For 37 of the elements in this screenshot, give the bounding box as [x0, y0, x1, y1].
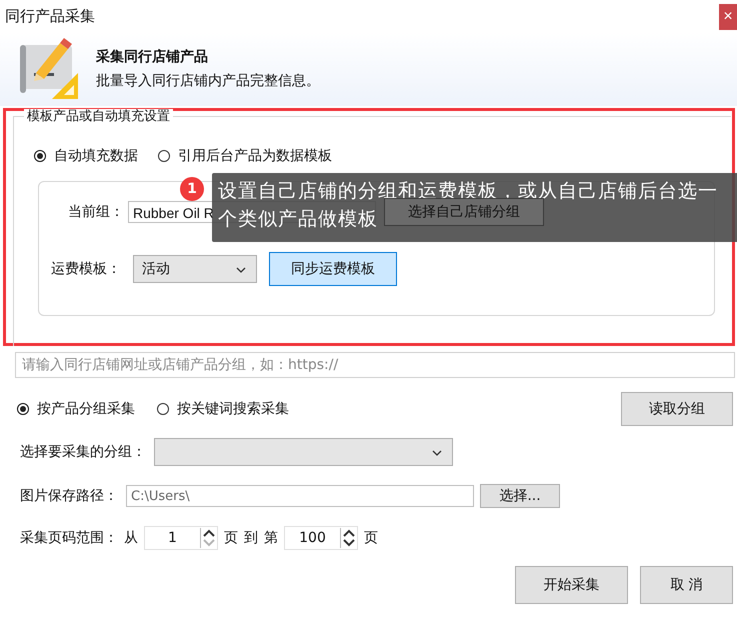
- choose-group-button[interactable]: 选择自己店铺分组: [384, 198, 544, 226]
- start-button[interactable]: 开始采集: [515, 566, 628, 604]
- chevron-down-icon: [236, 267, 246, 273]
- radio-circle[interactable]: [158, 150, 170, 162]
- window-title: 同行产品采集: [5, 6, 95, 26]
- radio-option[interactable]: 自动填充数据: [34, 147, 138, 165]
- range-label: 页: [224, 529, 238, 547]
- freight-dropdown[interactable]: 活动: [133, 255, 257, 283]
- save-path-label: 图片保存路径：: [20, 487, 118, 505]
- range-label: 第: [264, 529, 278, 547]
- header-title: 采集同行店铺产品: [96, 48, 209, 66]
- to-page-spinner[interactable]: 100: [284, 526, 358, 550]
- url-field[interactable]: 请输入同行店铺网址或店铺产品分组，如：https://: [15, 352, 735, 378]
- page-range-label: 采集页码范围：: [20, 529, 118, 547]
- radio-option[interactable]: 按关键词搜索采集: [157, 400, 289, 418]
- save-path-field[interactable]: C:\Users\: [126, 485, 474, 507]
- cancel-button[interactable]: 取 消: [640, 566, 733, 604]
- sync-freight-button[interactable]: 同步运费模板: [269, 252, 397, 286]
- range-label: 到: [244, 529, 258, 547]
- freight-label: 运费模板：: [51, 260, 121, 278]
- group-title: 模板产品或自动填充设置: [24, 109, 173, 124]
- close-button[interactable]: ×: [719, 4, 737, 30]
- step-badge: 1: [180, 177, 204, 201]
- radio-circle[interactable]: [34, 150, 46, 162]
- read-groups-button[interactable]: 读取分组: [621, 392, 733, 426]
- radio-option[interactable]: 按产品分组采集: [17, 400, 135, 418]
- from-page-spinner[interactable]: 1: [144, 526, 218, 550]
- page-label: 页: [364, 529, 378, 547]
- radio-option[interactable]: 引用后台产品为数据模板: [158, 147, 332, 165]
- group-select-label: 选择要采集的分组：: [20, 443, 146, 461]
- radio-circle[interactable]: [17, 403, 29, 415]
- header-subtitle: 批量导入同行店铺内产品完整信息。: [96, 72, 320, 90]
- browse-button[interactable]: 选择...: [480, 484, 560, 508]
- chevron-down-icon: [432, 450, 442, 456]
- radio-circle[interactable]: [157, 403, 169, 415]
- current-group-label: 当前组：: [68, 203, 124, 221]
- from-label: 从: [124, 529, 138, 547]
